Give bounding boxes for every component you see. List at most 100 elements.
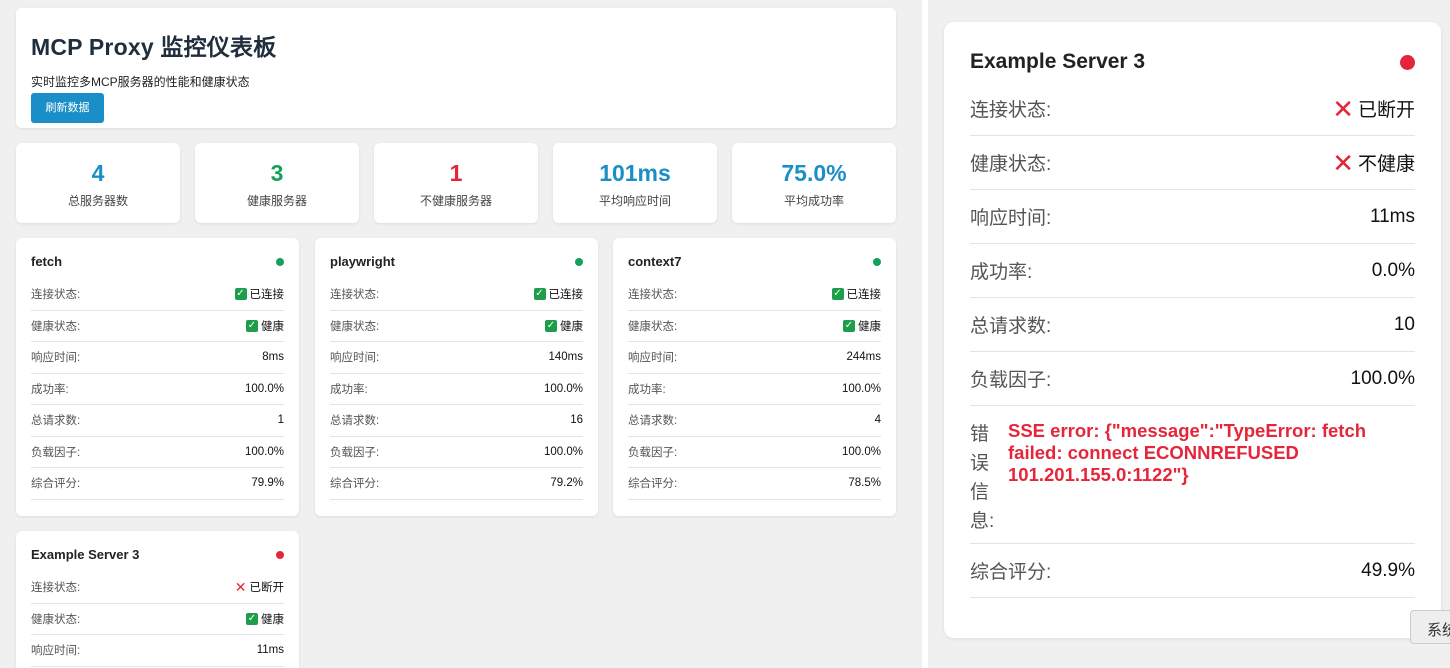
load-row: 负载因子: 100.0% <box>31 437 284 468</box>
server-card-header: context7 <box>628 254 881 269</box>
response-label: 响应时间: <box>628 352 678 365</box>
check-icon: ✓ <box>246 319 258 332</box>
check-icon: ✓ <box>533 288 546 301</box>
load-value: 100.0% <box>244 445 284 458</box>
load-value: 100.0% <box>543 445 583 458</box>
requests-label: 总请求数: <box>628 415 678 428</box>
stat-card-avg-success: 75.0% 平均成功率 <box>732 143 896 223</box>
status-dot-icon <box>575 257 583 266</box>
response-value: 140ms <box>548 351 583 364</box>
server-card-header: playwright <box>330 254 583 269</box>
response-value: 11ms <box>1369 205 1415 227</box>
connection-value: 已断开 <box>249 582 285 595</box>
detail-load-row: 负载因子: 100.0% <box>970 352 1415 406</box>
connection-row: 连接状态: ✓ 已连接 <box>628 279 881 311</box>
success-row: 成功率: 100.0% <box>330 374 583 405</box>
stat-label: 平均响应时间 <box>598 194 671 208</box>
load-label: 负载因子: <box>628 446 678 459</box>
system-tab-button[interactable]: 系统 <box>1410 610 1450 644</box>
requests-label: 总请求数: <box>31 415 81 428</box>
server-name: Example Server 3 <box>31 547 140 562</box>
connection-value: 已连接 <box>548 289 584 302</box>
response-label: 响应时间: <box>330 352 380 365</box>
header-card: MCP Proxy 监控仪表板 实时监控多MCP服务器的性能和健康状态 刷新数据 <box>16 8 896 128</box>
dashboard-panel: MCP Proxy 监控仪表板 实时监控多MCP服务器的性能和健康状态 刷新数据… <box>0 0 922 668</box>
detail-response-row: 响应时间: 11ms <box>970 190 1415 244</box>
response-value: 244ms <box>846 351 881 364</box>
requests-value: 10 <box>1393 313 1415 335</box>
detail-success-row: 成功率: 0.0% <box>970 244 1415 298</box>
stat-label: 不健康服务器 <box>419 194 492 208</box>
score-label: 综合评分: <box>31 478 81 491</box>
response-row: 响应时间: 244ms <box>628 342 881 374</box>
connection-value: 已断开 <box>1357 100 1415 121</box>
stat-label: 总服务器数 <box>67 194 128 208</box>
score-label: 综合评分: <box>628 478 678 491</box>
stat-value: 101ms <box>599 160 671 186</box>
success-row: 成功率: 100.0% <box>628 374 881 405</box>
score-label: 综合评分: <box>970 562 1052 583</box>
requests-value: 1 <box>277 414 284 427</box>
detail-requests-row: 总请求数: 10 <box>970 298 1415 352</box>
server-name: context7 <box>628 254 682 269</box>
server-card-playwright[interactable]: playwright 连接状态: ✓ 已连接 健康状态: ✓ 健康 响应时间: 140ms… <box>315 238 598 516</box>
response-label: 响应时间: <box>31 352 81 365</box>
server-card-example-server-3[interactable]: Example Server 3 连接状态: ✕ 已断开 健康状态: ✓ 健康 响应时间… <box>16 531 299 668</box>
success-label: 成功率: <box>628 383 666 396</box>
server-card-fetch[interactable]: fetch 连接状态: ✓ 已连接 健康状态: ✓ 健康 响应时间: 8ms 成功率: 10… <box>16 238 299 516</box>
detail-error-row: 错误信息: SSE error: {"message":"TypeError: … <box>970 406 1415 544</box>
health-row: 健康状态: ✓ 健康 <box>628 311 881 342</box>
response-row: 响应时间: 140ms <box>330 342 583 374</box>
detail-score-row: 综合评分: 49.9% <box>970 544 1415 598</box>
connection-row: 连接状态: ✕ 已断开 <box>31 572 284 604</box>
load-row: 负载因子: 100.0% <box>330 437 583 468</box>
requests-label: 总请求数: <box>330 415 380 428</box>
check-icon: ✓ <box>843 319 855 332</box>
server-name: playwright <box>330 254 396 269</box>
connection-row: 连接状态: ✓ 已连接 <box>330 279 583 311</box>
stat-value: 4 <box>91 160 105 186</box>
server-card-context7[interactable]: context7 连接状态: ✓ 已连接 健康状态: ✓ 健康 响应时间: 244ms 成… <box>613 238 896 516</box>
server-card-header: Example Server 3 <box>31 547 284 562</box>
score-value: 78.5% <box>848 477 881 490</box>
check-icon: ✓ <box>246 612 258 625</box>
x-icon: ✕ <box>1332 93 1354 124</box>
success-value: 100.0% <box>841 382 881 395</box>
response-row: 响应时间: 8ms <box>31 342 284 374</box>
server-card-header: fetch <box>31 254 284 269</box>
success-value: 0.0% <box>1371 259 1415 281</box>
success-value: 100.0% <box>543 382 583 395</box>
response-value: 8ms <box>262 351 284 364</box>
requests-value: 4 <box>874 414 881 427</box>
score-value: 79.9% <box>251 477 284 490</box>
score-row: 综合评分: 78.5% <box>628 468 881 500</box>
stat-label: 健康服务器 <box>246 194 307 208</box>
health-value: 不健康 <box>1357 154 1415 175</box>
health-row: 健康状态: ✓ 健康 <box>330 311 583 342</box>
requests-row: 总请求数: 1 <box>31 405 284 437</box>
health-value: 健康 <box>261 613 284 626</box>
x-icon: ✕ <box>1332 147 1354 178</box>
error-label: 错误信息: <box>970 424 995 532</box>
detail-panel: Example Server 3 连接状态: ✕ 已断开 健康状态: ✕ 不健康 响应时… <box>928 0 1450 668</box>
success-label: 成功率: <box>330 383 368 396</box>
server-detail-card: Example Server 3 连接状态: ✕ 已断开 健康状态: ✕ 不健康 响应时… <box>944 22 1441 638</box>
health-row: 健康状态: ✓ 健康 <box>31 604 284 635</box>
stat-card-total: 4 总服务器数 <box>16 143 180 223</box>
health-label: 健康状态: <box>31 320 81 333</box>
refresh-button[interactable]: 刷新数据 <box>31 93 104 123</box>
status-dot-icon <box>276 550 284 559</box>
response-value: 11ms <box>256 644 284 657</box>
detail-health-row: 健康状态: ✕ 不健康 <box>970 136 1415 190</box>
health-row: 健康状态: ✓ 健康 <box>31 311 284 342</box>
stat-card-healthy: 3 健康服务器 <box>195 143 359 223</box>
load-label: 负载因子: <box>31 446 81 459</box>
health-label: 健康状态: <box>330 320 380 333</box>
health-value: 健康 <box>560 320 583 333</box>
connection-label: 连接状态: <box>31 582 81 595</box>
connection-label: 连接状态: <box>31 289 81 302</box>
score-row: 综合评分: 79.9% <box>31 468 284 500</box>
stat-card-avg-response: 101ms 平均响应时间 <box>553 143 717 223</box>
page-title: MCP Proxy 监控仪表板 <box>31 34 277 60</box>
detail-header: Example Server 3 <box>970 42 1415 82</box>
